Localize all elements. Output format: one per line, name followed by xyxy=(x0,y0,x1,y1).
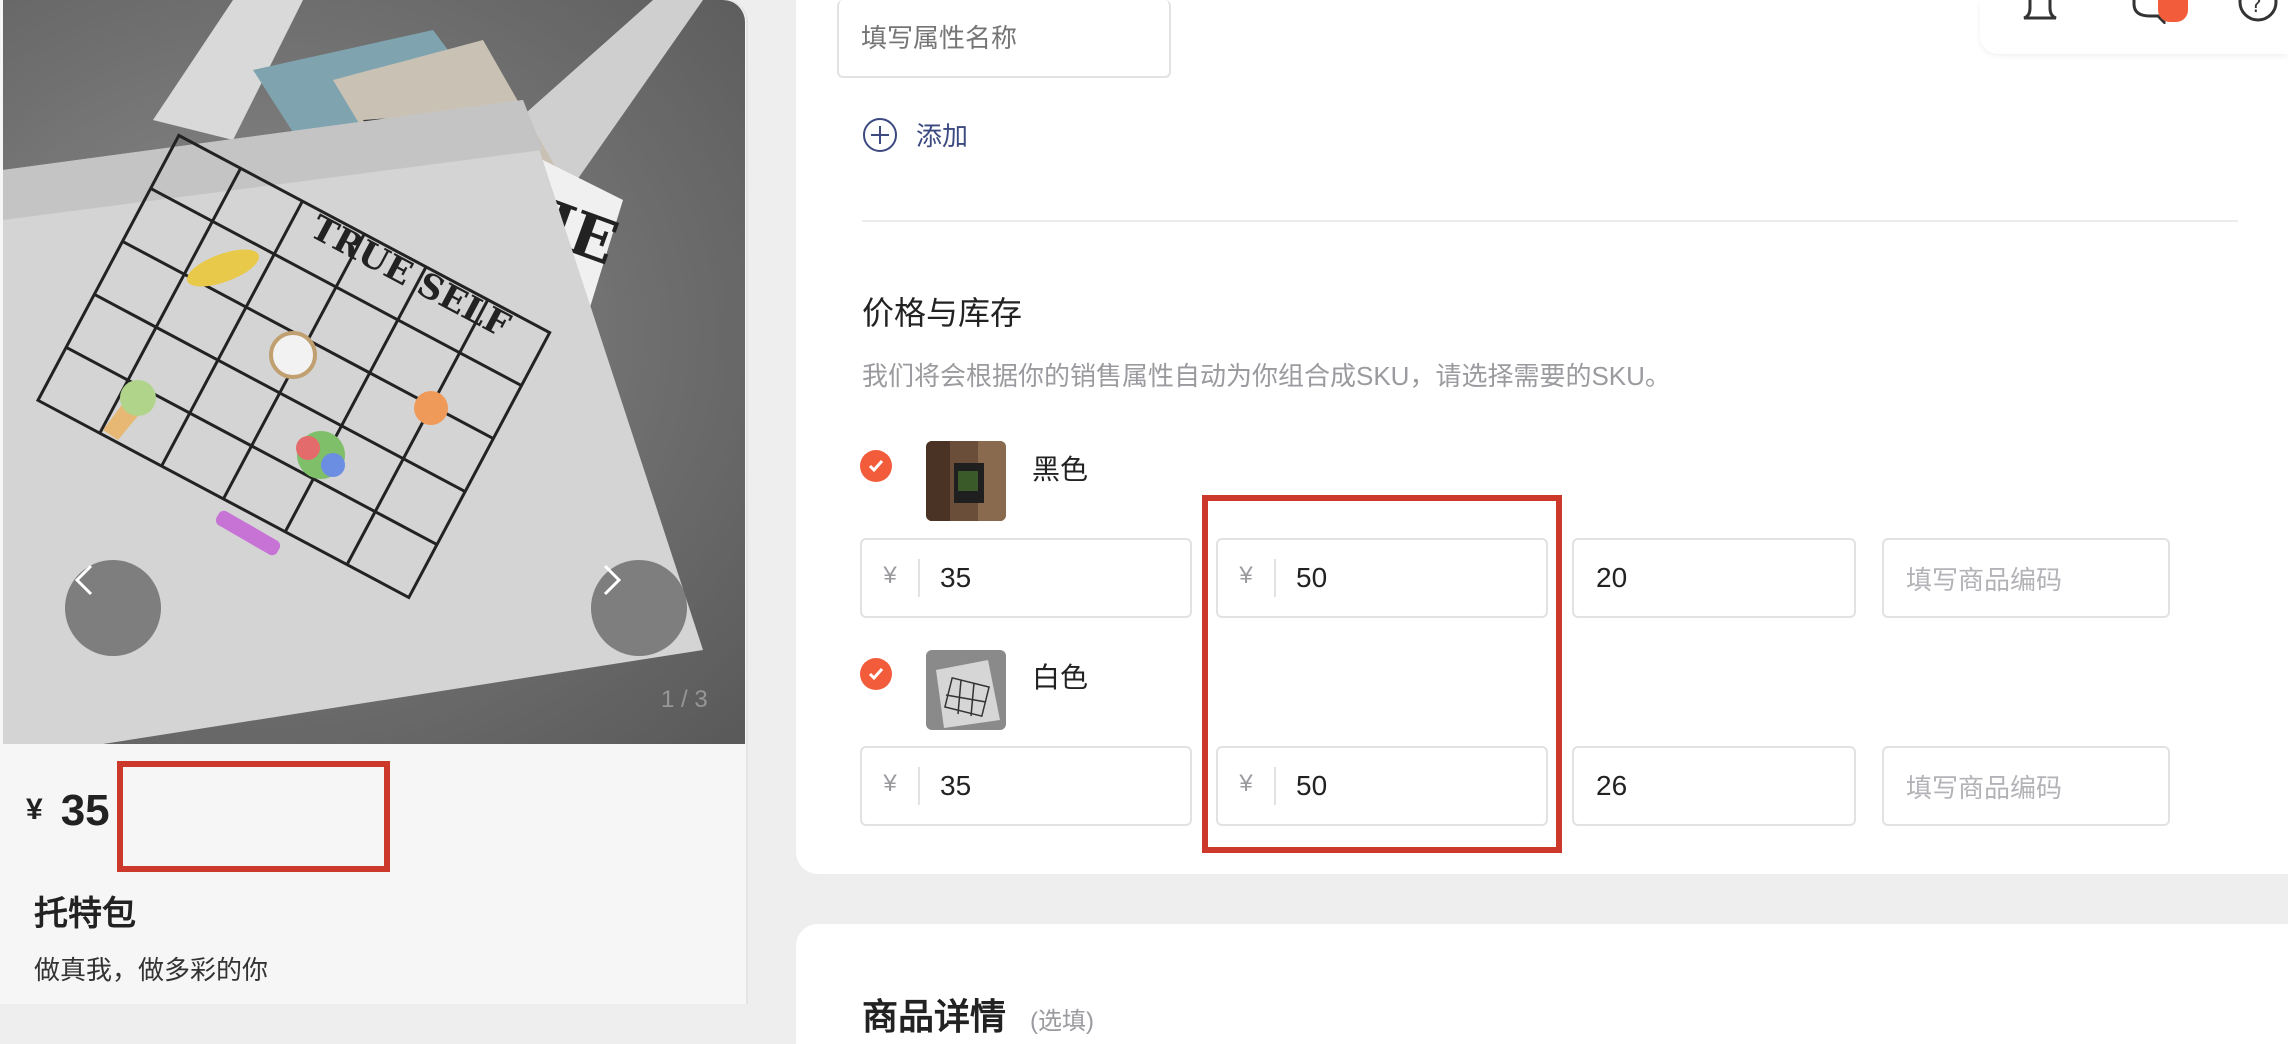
add-attribute-label: 添加 xyxy=(916,121,969,151)
annotation-box-original-price xyxy=(1202,495,1562,853)
carousel-next-button[interactable] xyxy=(591,560,687,656)
annotation-box-price xyxy=(117,761,390,872)
sku-stock-value: 26 xyxy=(1596,770,1628,801)
carousel-page-indicator: 1 / 3 xyxy=(661,686,708,713)
sku-price-value: 35 xyxy=(940,770,972,801)
preview-price: ¥ 35 xyxy=(26,786,110,836)
sku-price-input-white[interactable]: ¥ 35 xyxy=(860,746,1192,826)
product-title: 托特包 xyxy=(34,895,136,933)
help-icon[interactable]: ? xyxy=(2238,0,2278,28)
price-currency: ¥ xyxy=(26,793,43,826)
product-details-note: (选填) xyxy=(1030,1008,1095,1035)
price-amount: 35 xyxy=(60,786,110,835)
sku-checkbox-white[interactable] xyxy=(860,658,892,690)
attribute-name-input[interactable] xyxy=(837,0,1171,78)
top-right-toolbar: ? xyxy=(1980,0,2288,54)
plus-circle-icon xyxy=(863,117,897,152)
product-image: JE TRUE SELF 1 / 3 xyxy=(3,0,745,744)
pricing-section-title: 价格与库存 xyxy=(862,295,1023,331)
section-divider xyxy=(862,220,2238,222)
checkmark-icon xyxy=(868,668,884,681)
sku-code-placeholder: 填写商品编码 xyxy=(1906,772,2063,803)
sku-price-input-black[interactable]: ¥ 35 xyxy=(860,538,1192,618)
pricing-section-description: 我们将会根据你的销售属性自动为你组合成SKU，请选择需要的SKU。 xyxy=(862,361,1671,391)
message-badge xyxy=(2158,0,2188,22)
sku-stock-input-black[interactable]: 20 xyxy=(1572,538,1856,618)
sku-price-value: 35 xyxy=(940,562,972,593)
product-details-title-text: 商品详情 xyxy=(862,996,1007,1037)
carousel-prev-button[interactable] xyxy=(65,560,161,656)
product-details-title: 商品详情 (选填) xyxy=(862,988,1094,1040)
sku-thumbnail-black xyxy=(926,441,1006,521)
svg-text:?: ? xyxy=(2251,0,2262,17)
sku-name-black: 黑色 xyxy=(1032,454,1089,485)
sku-code-input-black[interactable]: 填写商品编码 xyxy=(1882,538,2170,618)
sku-checkbox-black[interactable] xyxy=(860,450,892,482)
sku-stock-input-white[interactable]: 26 xyxy=(1572,746,1856,826)
sku-code-input-white[interactable]: 填写商品编码 xyxy=(1882,746,2170,826)
sku-stock-value: 20 xyxy=(1596,562,1628,593)
bell-icon[interactable] xyxy=(2020,0,2060,24)
product-subtitle: 做真我，做多彩的你 xyxy=(34,955,269,985)
checkmark-icon xyxy=(868,460,884,473)
sku-name-white: 白色 xyxy=(1032,662,1089,693)
chevron-left-icon xyxy=(74,564,93,596)
currency-prefix: ¥ xyxy=(862,767,920,805)
add-attribute-button[interactable]: 添加 xyxy=(862,116,968,153)
sku-code-placeholder: 填写商品编码 xyxy=(1906,564,2063,595)
currency-prefix: ¥ xyxy=(862,559,920,597)
sku-thumbnail-white xyxy=(926,650,1006,730)
chevron-right-icon xyxy=(603,564,622,596)
